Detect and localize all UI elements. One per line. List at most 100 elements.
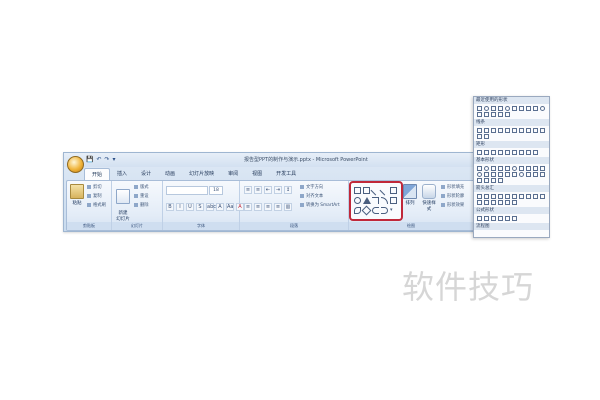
shape-icon[interactable] — [519, 172, 524, 177]
shape-icon[interactable] — [477, 178, 482, 183]
quick-styles-button[interactable]: 快速样式 — [421, 184, 437, 212]
cut-button[interactable]: 剪切 — [87, 184, 106, 190]
qat-dropdown-icon[interactable]: ▾ — [113, 153, 116, 167]
text-box-icon[interactable] — [354, 187, 361, 194]
justify-icon[interactable]: ≡ — [274, 203, 282, 211]
shape-icon[interactable] — [505, 216, 510, 221]
shape-icon[interactable] — [498, 128, 503, 133]
shape-icon[interactable] — [512, 106, 517, 111]
shape-icon[interactable] — [533, 166, 538, 171]
align-text-button[interactable]: 对齐文本 — [300, 193, 340, 199]
copy-button[interactable]: 复制 — [87, 193, 106, 199]
triangle-shape-icon[interactable] — [363, 197, 371, 204]
shape-icon[interactable] — [477, 216, 482, 221]
arrange-button[interactable]: 排列 — [403, 184, 417, 206]
shape-icon[interactable] — [477, 172, 482, 177]
shape-icon[interactable] — [519, 194, 524, 199]
star-shape-icon[interactable] — [361, 205, 372, 216]
shape-icon[interactable] — [477, 128, 482, 133]
shape-icon[interactable] — [491, 200, 496, 205]
shape-icon[interactable] — [526, 150, 531, 155]
curve-shape-icon[interactable] — [381, 197, 388, 204]
shape-icon[interactable] — [477, 200, 482, 205]
shape-icon[interactable] — [498, 112, 503, 117]
shape-icon[interactable] — [505, 200, 510, 205]
shape-icon[interactable] — [498, 178, 503, 183]
shape-icon[interactable] — [540, 172, 545, 177]
line-spacing-icon[interactable]: ↕ — [284, 186, 292, 194]
tab-animation[interactable]: 动画 — [158, 168, 182, 180]
oval-shape-icon[interactable] — [354, 197, 361, 204]
font-name-dropdown[interactable] — [166, 186, 208, 195]
shape-icon[interactable] — [477, 166, 482, 171]
shape-icon[interactable] — [477, 134, 482, 139]
shape-icon[interactable] — [505, 112, 510, 117]
tab-insert[interactable]: 插入 — [110, 168, 134, 180]
text-direction-button[interactable]: 文字方向 — [300, 184, 340, 190]
shapes-gallery[interactable]: ▾ — [349, 181, 403, 221]
shape-icon[interactable] — [498, 150, 503, 155]
shape-icon[interactable] — [484, 112, 489, 117]
align-center-icon[interactable]: ≡ — [254, 203, 262, 211]
shape-icon[interactable] — [484, 200, 489, 205]
tab-slideshow[interactable]: 幻灯片放映 — [182, 168, 221, 180]
tab-developer[interactable]: 开发工具 — [269, 168, 303, 180]
shape-icon[interactable] — [484, 178, 489, 183]
align-left-icon[interactable]: ≡ — [244, 203, 252, 211]
shape-icon[interactable] — [533, 128, 538, 133]
reset-button[interactable]: 重设 — [134, 193, 149, 199]
new-slide-button[interactable]: 新建 幻灯片 — [115, 184, 131, 222]
columns-icon[interactable]: ▥ — [284, 203, 292, 211]
shape-icon[interactable] — [484, 128, 489, 133]
layout-button[interactable]: 版式 — [134, 184, 149, 190]
shape-fill-button[interactable]: 形状填充 — [441, 184, 464, 190]
italic-button[interactable]: I — [176, 203, 184, 211]
shape-effects-button[interactable]: 形状效果 — [441, 202, 464, 208]
shape-icon[interactable] — [526, 172, 531, 177]
shape-icon[interactable] — [533, 194, 538, 199]
char-spacing-button[interactable]: A — [216, 203, 224, 211]
smartart-button[interactable]: 转换为 SmartArt — [300, 202, 340, 208]
shape-icon[interactable] — [498, 172, 503, 177]
redo-icon[interactable]: ↷ — [105, 153, 110, 167]
align-right-icon[interactable]: ≡ — [264, 203, 272, 211]
format-painter-button[interactable]: 格式刷 — [87, 202, 106, 208]
shape-icon[interactable] — [512, 150, 517, 155]
rectangle-shape-icon[interactable] — [390, 187, 397, 194]
shape-icon[interactable] — [491, 128, 496, 133]
shape-icon[interactable] — [505, 194, 510, 199]
undo-icon[interactable]: ↶ — [96, 153, 101, 167]
arrow-shape-icon[interactable] — [379, 185, 390, 196]
shape-icon[interactable] — [491, 216, 496, 221]
save-icon[interactable]: 💾 — [86, 153, 93, 167]
shape-icon[interactable] — [484, 150, 489, 155]
shape-icon[interactable] — [540, 106, 545, 111]
right-arrow-shape-icon[interactable] — [390, 197, 397, 204]
shape-icon[interactable] — [484, 172, 489, 177]
increase-indent-icon[interactable]: ⇥ — [274, 186, 282, 194]
shape-icon[interactable] — [477, 150, 482, 155]
shape-icon[interactable] — [484, 194, 489, 199]
shape-icon[interactable] — [512, 216, 517, 221]
shape-icon[interactable] — [491, 194, 496, 199]
tab-view[interactable]: 视图 — [245, 168, 269, 180]
shape-icon[interactable] — [512, 200, 517, 205]
bold-button[interactable]: B — [166, 203, 174, 211]
shape-icon[interactable] — [512, 166, 517, 171]
brace-left-icon[interactable] — [372, 207, 379, 214]
shape-icon[interactable] — [505, 150, 510, 155]
shape-icon[interactable] — [498, 194, 503, 199]
more-shapes-icon[interactable]: ▾ — [390, 207, 397, 214]
shape-icon[interactable] — [540, 166, 545, 171]
shape-icon[interactable] — [512, 172, 517, 177]
shape-icon[interactable] — [498, 106, 503, 111]
freeform-shape-icon[interactable] — [354, 207, 361, 214]
tab-review[interactable]: 审阅 — [221, 168, 245, 180]
shape-icon[interactable] — [477, 194, 482, 199]
shape-icon[interactable] — [498, 200, 503, 205]
font-size-dropdown[interactable]: 18 — [209, 186, 223, 195]
shape-icon[interactable] — [526, 128, 531, 133]
shape-icon[interactable] — [519, 106, 524, 111]
delete-button[interactable]: 删除 — [134, 202, 149, 208]
shape-icon[interactable] — [533, 172, 538, 177]
